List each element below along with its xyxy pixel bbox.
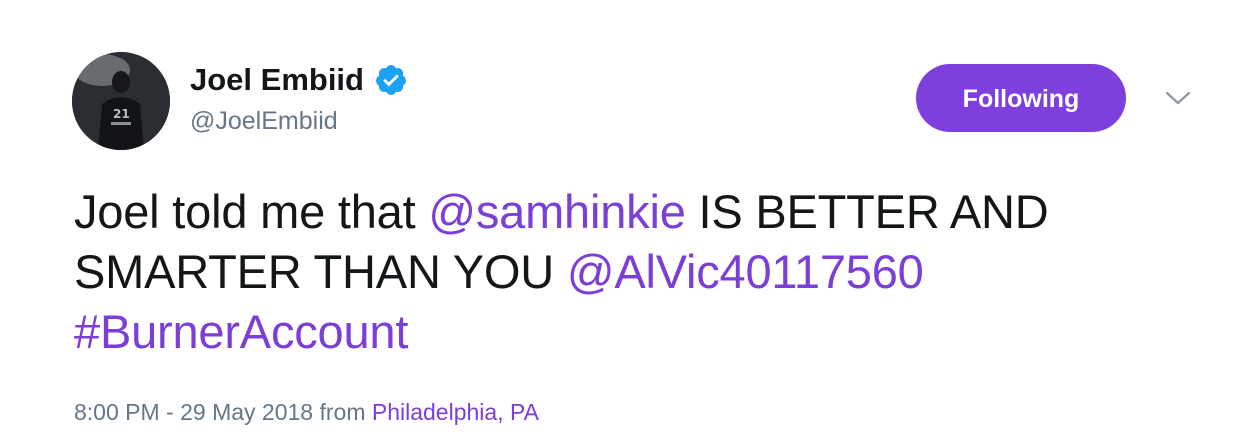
- tweet-time[interactable]: 8:00 PM: [74, 399, 160, 425]
- verified-badge-icon: [376, 65, 407, 95]
- tweet-meta: 8:00 PM - 29 May 2018 from Philadelphia,…: [74, 398, 539, 426]
- author-info: Joel Embiid @JoelEmbiid: [190, 62, 408, 136]
- svg-text:21: 21: [113, 107, 130, 121]
- hashtag-link[interactable]: #BurnerAccount: [74, 305, 408, 358]
- display-name[interactable]: Joel Embiid: [190, 62, 364, 98]
- avatar[interactable]: 21: [72, 52, 170, 150]
- mention-link[interactable]: @samhinkie: [428, 185, 686, 238]
- tweet-card: 21 Joel Embiid @JoelEmbiid Following Joe…: [0, 0, 1258, 448]
- tweet-text: Joel told me that @samhinkie IS BETTER A…: [74, 182, 1224, 362]
- mention-link[interactable]: @AlVic40117560: [567, 245, 924, 298]
- handle[interactable]: @JoelEmbiid: [190, 106, 408, 136]
- meta-from: from: [313, 399, 372, 425]
- tweet-header: 21 Joel Embiid @JoelEmbiid Following: [72, 52, 1258, 152]
- tweet-text-part: Joel told me that: [74, 185, 429, 238]
- location-link[interactable]: Philadelphia, PA: [372, 399, 539, 425]
- following-button[interactable]: Following: [916, 64, 1126, 132]
- tweet-date[interactable]: 29 May 2018: [180, 399, 313, 425]
- chevron-down-icon[interactable]: [1164, 88, 1192, 108]
- avatar-image: 21: [72, 52, 170, 150]
- meta-separator: -: [159, 399, 181, 425]
